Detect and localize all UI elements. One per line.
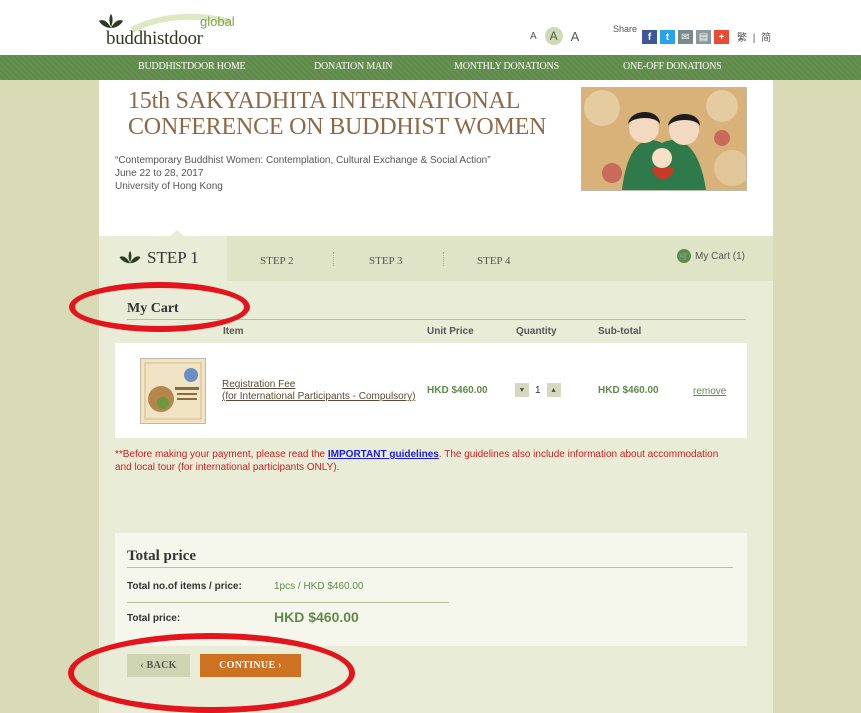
quantity-decrease-button[interactable]: ▼ [515, 383, 529, 397]
total-section-title: Total price [127, 548, 197, 564]
mini-cart-label: My Cart (1) [695, 250, 745, 262]
event-title: 15th SAKYADHITA INTERNATIONAL CONFERENCE… [128, 88, 546, 140]
event-dates: June 22 to 28, 2017 [115, 168, 204, 179]
facebook-icon[interactable]: f [642, 30, 657, 44]
total-items-label: Total no.of items / price: [127, 581, 242, 592]
twitter-icon[interactable]: t [660, 30, 675, 44]
plus-icon[interactable]: + [714, 30, 729, 44]
col-header-subtotal: Sub-total [598, 326, 642, 337]
step-active-indicator [168, 230, 186, 238]
step-2-label: STEP 2 [260, 255, 294, 267]
nav-donation-main[interactable]: DONATION MAIN [314, 61, 392, 72]
annotation-ellipse-buttons [68, 633, 355, 713]
step-1-label: STEP 1 [147, 248, 199, 267]
nav-monthly-donations[interactable]: MONTHLY DONATIONS [454, 61, 559, 72]
font-size-medium[interactable]: A [544, 27, 563, 45]
cart-icon: 🛒 [677, 249, 691, 263]
main-nav: BUDDHISTDOOR HOME DONATION MAIN MONTHLY … [0, 55, 861, 80]
step-divider [443, 252, 445, 266]
logo-global-text: global [200, 14, 235, 29]
share-label: Share [613, 24, 638, 34]
col-header-quantity: Quantity [516, 326, 557, 337]
email-icon[interactable]: ✉ [678, 30, 693, 44]
event-title-line2: CONFERENCE ON BUDDHIST WOMEN [128, 114, 547, 140]
event-title-line1: 15th SAKYADHITA INTERNATIONAL [128, 88, 521, 114]
nav-one-off-donations[interactable]: ONE-OFF DONATIONS [623, 61, 722, 72]
payment-notice: **Before making your payment, please rea… [115, 448, 735, 474]
nav-buddhistdoor-home[interactable]: BUDDHISTDOOR HOME [138, 61, 246, 72]
item-thumbnail[interactable] [140, 358, 206, 424]
quantity-value: 1 [535, 384, 541, 396]
site-header: global buddhistdoor A A A Share f t ✉ ▤ … [0, 0, 861, 55]
lang-traditional[interactable]: 繁 [737, 33, 747, 44]
item-name-link[interactable]: Registration Fee (for International Part… [222, 379, 415, 403]
logo-text: buddhistdoor [106, 28, 203, 49]
step-3-label: STEP 3 [369, 255, 403, 267]
item-description: (for International Participants - Compul… [222, 391, 416, 402]
share-icons: f t ✉ ▤ + [642, 30, 729, 44]
lang-separator: | [752, 33, 756, 44]
quantity-stepper: ▼ 1 ▲ [515, 383, 561, 397]
col-header-unit-price: Unit Price [427, 326, 474, 337]
lotus-leaf-icon [119, 251, 141, 264]
total-price-value: HKD $460.00 [274, 609, 359, 625]
lang-simplified[interactable]: 简 [761, 33, 771, 44]
total-price-label: Total price: [127, 613, 181, 624]
font-size-switcher: A A A [530, 27, 579, 45]
divider [127, 567, 733, 568]
step-4-label: STEP 4 [477, 255, 511, 267]
font-size-large[interactable]: A [571, 29, 580, 44]
font-size-small[interactable]: A [530, 31, 537, 42]
divider [127, 602, 449, 603]
total-items-value: 1pcs / HKD $460.00 [274, 581, 364, 592]
col-header-item: Item [223, 326, 244, 337]
event-venue: University of Hong Kong [115, 181, 223, 192]
event-details: “Contemporary Buddhist Women: Contemplat… [115, 154, 491, 193]
quantity-increase-button[interactable]: ▲ [546, 383, 561, 397]
print-icon[interactable]: ▤ [696, 30, 711, 44]
cart-row: Registration Fee (for International Part… [115, 343, 747, 438]
event-theme: “Contemporary Buddhist Women: Contemplat… [115, 155, 491, 166]
event-artwork-image [581, 87, 747, 191]
guidelines-link[interactable]: IMPORTANT guidelines [328, 449, 439, 460]
item-subtotal: HKD $460.00 [598, 385, 659, 396]
item-unit-price: HKD $460.00 [427, 385, 488, 396]
item-name: Registration Fee [222, 379, 296, 390]
annotation-ellipse-my-cart [69, 282, 250, 332]
notice-prefix: **Before making your payment, please rea… [115, 449, 328, 460]
mini-cart[interactable]: 🛒 My Cart (1) [677, 249, 745, 263]
remove-item-link[interactable]: remove [693, 386, 726, 397]
step-divider [333, 252, 335, 266]
language-switcher: 繁 | 简 [737, 29, 771, 44]
